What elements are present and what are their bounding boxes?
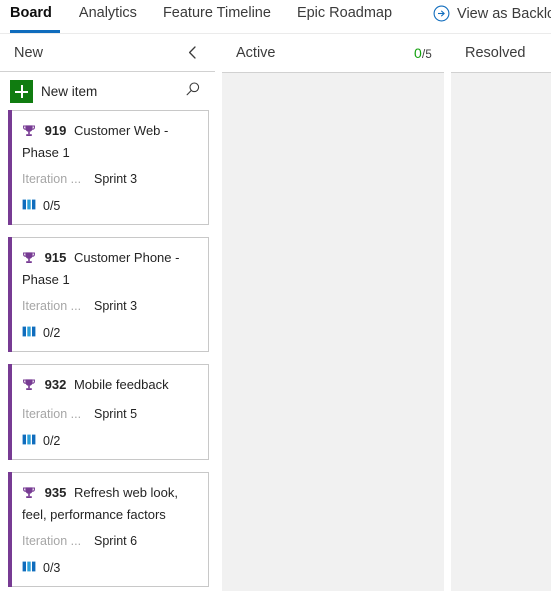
card-field-iteration: Iteration ... Sprint 5	[22, 406, 196, 422]
card-count-row: 0/2	[22, 325, 196, 341]
card-count-row: 0/3	[22, 560, 196, 576]
column-body-resolved[interactable]	[451, 72, 551, 591]
column-header-new: New	[0, 34, 215, 72]
board-card[interactable]: 915 Customer Phone - Phase 1 Iteration .…	[8, 237, 209, 353]
card-title-row: 915 Customer Phone - Phase 1	[22, 248, 196, 289]
stacked-bars-icon	[22, 198, 37, 214]
trophy-icon	[22, 378, 36, 397]
new-item-button[interactable]: New item	[10, 79, 107, 103]
card-title: Customer Web - Phase 1	[22, 123, 169, 161]
card-id: 932	[44, 377, 67, 393]
trophy-icon	[22, 251, 36, 270]
search-icon	[185, 81, 201, 102]
tab-epic-roadmap-label: Epic Roadmap	[296, 5, 393, 21]
card-field-label: Iteration ...	[22, 172, 82, 187]
top-navigation-bar: Board Analytics Feature Timeline Epic Ro…	[0, 0, 551, 34]
card-id: 919	[44, 123, 67, 139]
new-column-toolbar: New item	[0, 72, 215, 110]
card-title-row: 932 Mobile feedback	[22, 375, 196, 397]
card-id: 935	[44, 485, 67, 501]
column-header-resolved: Resolved	[451, 34, 551, 72]
board-card[interactable]: 919 Customer Web - Phase 1 Iteration ...…	[8, 110, 209, 226]
card-title-row: 935 Refresh web look, feel, performance …	[22, 483, 196, 524]
tab-feature-timeline[interactable]: Feature Timeline	[150, 0, 284, 33]
wip-total: 5	[425, 49, 432, 61]
card-list-new: 919 Customer Web - Phase 1 Iteration ...…	[0, 110, 215, 588]
board-card[interactable]: 932 Mobile feedback Iteration ... Sprint…	[8, 364, 209, 461]
stacked-bars-icon	[22, 560, 37, 576]
board-column-new: New New item 919 Customer Web - Phase 1 …	[0, 34, 215, 591]
card-field-iteration: Iteration ... Sprint 3	[22, 298, 196, 314]
card-count-row: 0/2	[22, 433, 196, 449]
view-as-backlog-button[interactable]: View as Backlog	[433, 0, 551, 22]
card-id: 915	[44, 250, 67, 266]
stacked-bars-icon	[22, 433, 37, 449]
column-body-active[interactable]	[222, 72, 444, 591]
view-as-backlog-label: View as Backlog	[457, 5, 551, 22]
card-count-value: 0/5	[43, 199, 61, 214]
board-card[interactable]: 935 Refresh web look, feel, performance …	[8, 472, 209, 588]
trophy-icon	[22, 486, 36, 505]
tab-epic-roadmap[interactable]: Epic Roadmap	[284, 0, 405, 33]
board-column-active: Active 0/5	[222, 34, 444, 591]
tab-board-label: Board	[10, 5, 52, 21]
column-title-active: Active	[236, 45, 276, 61]
card-count-value: 0/3	[43, 561, 61, 576]
column-header-active: Active 0/5	[222, 34, 444, 72]
card-field-label: Iteration ...	[22, 299, 82, 314]
card-field-iteration: Iteration ... Sprint 6	[22, 533, 196, 549]
card-count-value: 0/2	[43, 326, 61, 341]
column-wip-limit-active: 0/5	[414, 45, 440, 61]
card-field-value: Sprint 3	[94, 172, 138, 187]
column-body-new: New item 919 Customer Web - Phase 1 Iter…	[0, 71, 215, 591]
tab-analytics[interactable]: Analytics	[66, 0, 150, 33]
card-field-value: Sprint 5	[94, 407, 138, 422]
plus-icon	[10, 79, 33, 103]
wip-current: 0	[413, 45, 422, 61]
chevron-left-icon	[188, 46, 197, 59]
tab-board[interactable]: Board	[10, 0, 66, 33]
stacked-bars-icon	[22, 325, 37, 341]
new-item-label: New item	[41, 83, 98, 99]
card-field-iteration: Iteration ... Sprint 3	[22, 171, 196, 187]
column-title-resolved: Resolved	[465, 45, 526, 61]
column-title-new: New	[14, 44, 44, 61]
collapse-column-new-button[interactable]	[181, 42, 203, 64]
kanban-board: New New item 919 Customer Web - Phase 1 …	[0, 34, 551, 591]
card-title: Mobile feedback	[73, 377, 169, 393]
tab-feature-timeline-label: Feature Timeline	[162, 5, 271, 21]
card-field-value: Sprint 6	[94, 534, 138, 549]
trophy-icon	[22, 124, 36, 143]
card-field-label: Iteration ...	[22, 534, 82, 549]
card-title-row: 919 Customer Web - Phase 1	[22, 121, 196, 162]
card-field-value: Sprint 3	[94, 299, 138, 314]
card-field-label: Iteration ...	[22, 407, 82, 422]
card-count-row: 0/5	[22, 198, 196, 214]
tab-analytics-label: Analytics	[78, 5, 137, 21]
search-button[interactable]	[180, 78, 206, 104]
circled-arrow-right-icon	[433, 5, 450, 22]
card-count-value: 0/2	[43, 434, 61, 449]
board-column-resolved: Resolved	[451, 34, 551, 591]
